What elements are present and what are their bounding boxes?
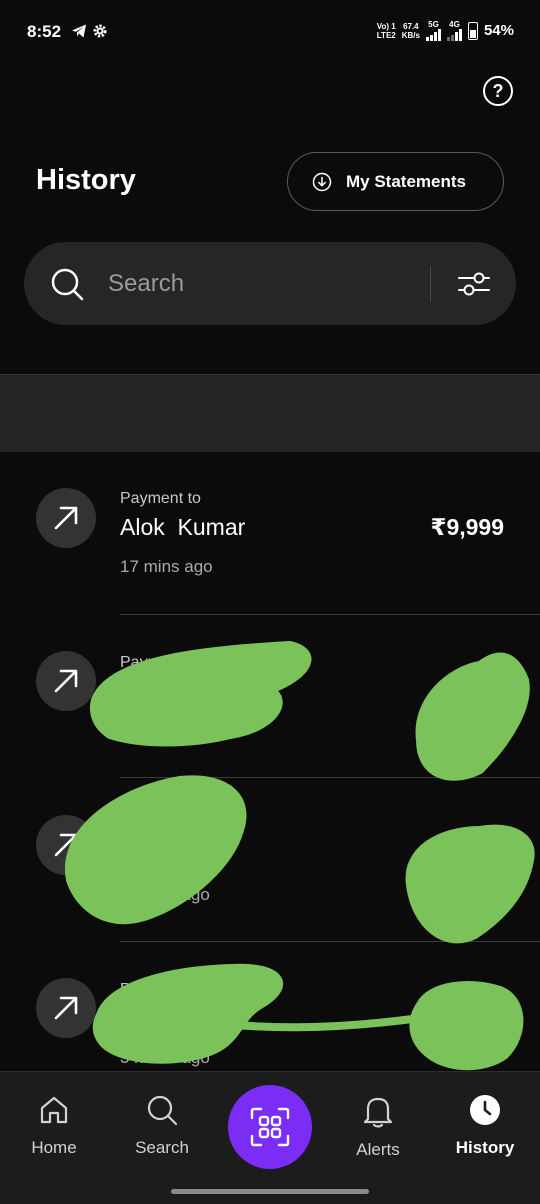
home-icon xyxy=(40,1096,68,1124)
transaction-time: 17 mins ago xyxy=(120,557,213,576)
nav-home[interactable]: Home xyxy=(4,1094,104,1158)
status-time: 8:52 xyxy=(27,22,62,41)
transaction-time: 2 hours ago xyxy=(120,721,210,740)
transaction-name: Alok Kumar xyxy=(120,514,246,540)
transaction-type: Payment to xyxy=(120,818,201,835)
battery-percent: 54% xyxy=(483,22,514,39)
network-4g: 4G xyxy=(446,20,462,41)
bell-icon xyxy=(363,1097,393,1128)
help-button[interactable]: ? xyxy=(483,76,513,106)
search-bar xyxy=(24,242,516,325)
help-icon: ? xyxy=(492,80,504,101)
network-speed: 67.4 KB/s xyxy=(401,21,420,40)
nav-history-label: History xyxy=(455,1138,515,1157)
battery-icon xyxy=(467,21,478,40)
gesture-handle xyxy=(171,1189,369,1194)
sent-arrow-icon xyxy=(36,815,96,875)
search-input[interactable] xyxy=(108,266,418,302)
sent-arrow-icon xyxy=(36,978,96,1038)
row-divider xyxy=(120,941,540,942)
clock-icon xyxy=(470,1095,500,1125)
my-statements-button[interactable]: My Statements xyxy=(287,152,504,211)
search-icon xyxy=(147,1095,178,1126)
transaction-type: Payment to xyxy=(120,981,201,998)
gear-icon xyxy=(93,24,107,38)
nav-alerts[interactable]: Alerts xyxy=(328,1094,428,1160)
page-title: History xyxy=(36,164,136,196)
nav-alerts-label: Alerts xyxy=(356,1140,400,1159)
row-divider xyxy=(120,614,540,615)
app-root: 8:52 Vo) 1 LTE2 67.4 KB/s 5G 4G 54% ? Hi… xyxy=(0,0,540,1204)
signal-bars-icon-2 xyxy=(446,29,462,41)
my-statements-label: My Statements xyxy=(346,171,466,191)
qr-scan-icon xyxy=(250,1107,290,1147)
volte-indicator: Vo) 1 LTE2 xyxy=(376,21,396,40)
sent-arrow-icon xyxy=(36,488,96,548)
transaction-time: 3 hours ago xyxy=(120,885,210,904)
transaction-amount: ₹9,999 xyxy=(430,514,504,540)
bottom-nav: Home Search Alerts History xyxy=(0,1071,540,1204)
nav-search-label: Search xyxy=(135,1138,189,1157)
filter-icon[interactable] xyxy=(457,269,491,299)
search-divider xyxy=(430,266,431,302)
search-icon xyxy=(51,268,84,301)
transaction-type: Payment to xyxy=(120,490,201,507)
sent-arrow-icon xyxy=(36,651,96,711)
scan-qr-button[interactable] xyxy=(228,1085,312,1169)
transaction-time: 3 hours ago xyxy=(120,1048,210,1067)
nav-search[interactable]: Search xyxy=(112,1094,212,1158)
row-divider xyxy=(120,777,540,778)
network-5g: 5G xyxy=(425,20,441,41)
promo-banner[interactable] xyxy=(0,374,540,452)
download-icon xyxy=(312,172,332,191)
telegram-icon xyxy=(72,24,86,38)
nav-home-label: Home xyxy=(31,1138,77,1157)
status-right: Vo) 1 LTE2 67.4 KB/s 5G 4G 54% xyxy=(377,20,514,41)
signal-bars-icon xyxy=(425,29,441,41)
nav-history[interactable]: History xyxy=(435,1094,535,1158)
transaction-type: Payment to xyxy=(120,654,201,671)
status-bar: 8:52 Vo) 1 LTE2 67.4 KB/s 5G 4G 54% xyxy=(0,0,540,62)
